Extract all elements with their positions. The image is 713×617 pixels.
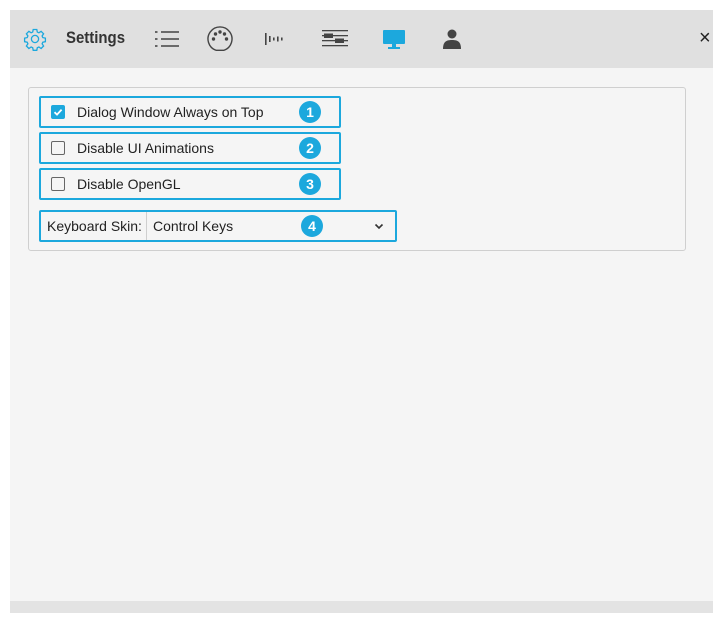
close-icon[interactable]: × (699, 27, 713, 50)
callout-badge-4: 4 (301, 215, 323, 237)
dialog-on-top-label: Dialog Window Always on Top (77, 104, 264, 120)
disable-opengl-label: Disable OpenGL (77, 176, 181, 192)
list-icon[interactable] (150, 10, 184, 68)
monitor-icon[interactable] (378, 10, 410, 68)
disable-animations-row[interactable]: Disable UI Animations (39, 132, 341, 164)
settings-window: Settings × Dialog Window Always on Top 1… (10, 10, 713, 613)
disable-animations-checkbox[interactable] (51, 141, 65, 155)
callout-badge-2: 2 (299, 137, 321, 159)
disable-opengl-checkbox[interactable] (51, 177, 65, 191)
user-icon[interactable] (438, 10, 466, 68)
chevron-down-icon[interactable] (373, 220, 385, 232)
disable-opengl-row[interactable]: Disable OpenGL (39, 168, 341, 200)
levels-icon[interactable] (262, 10, 290, 68)
callout-badge-3: 3 (299, 173, 321, 195)
dialog-on-top-row[interactable]: Dialog Window Always on Top (39, 96, 341, 128)
sliders-icon[interactable] (318, 10, 352, 68)
keyboard-skin-row: Keyboard Skin: Control Keys (39, 210, 397, 242)
keyboard-skin-label: Keyboard Skin: (41, 212, 147, 240)
toolbar-title: Settings (66, 28, 126, 47)
gear-icon[interactable] (20, 10, 50, 68)
keyboard-skin-select[interactable]: Control Keys (153, 218, 233, 234)
midi-port-icon[interactable] (204, 10, 236, 68)
dialog-on-top-checkbox[interactable] (51, 105, 65, 119)
bottom-bar (10, 601, 713, 613)
callout-badge-1: 1 (299, 101, 321, 123)
settings-panel: Dialog Window Always on Top 1 Disable UI… (28, 87, 686, 251)
disable-animations-label: Disable UI Animations (77, 140, 214, 156)
toolbar: Settings × (10, 10, 713, 68)
